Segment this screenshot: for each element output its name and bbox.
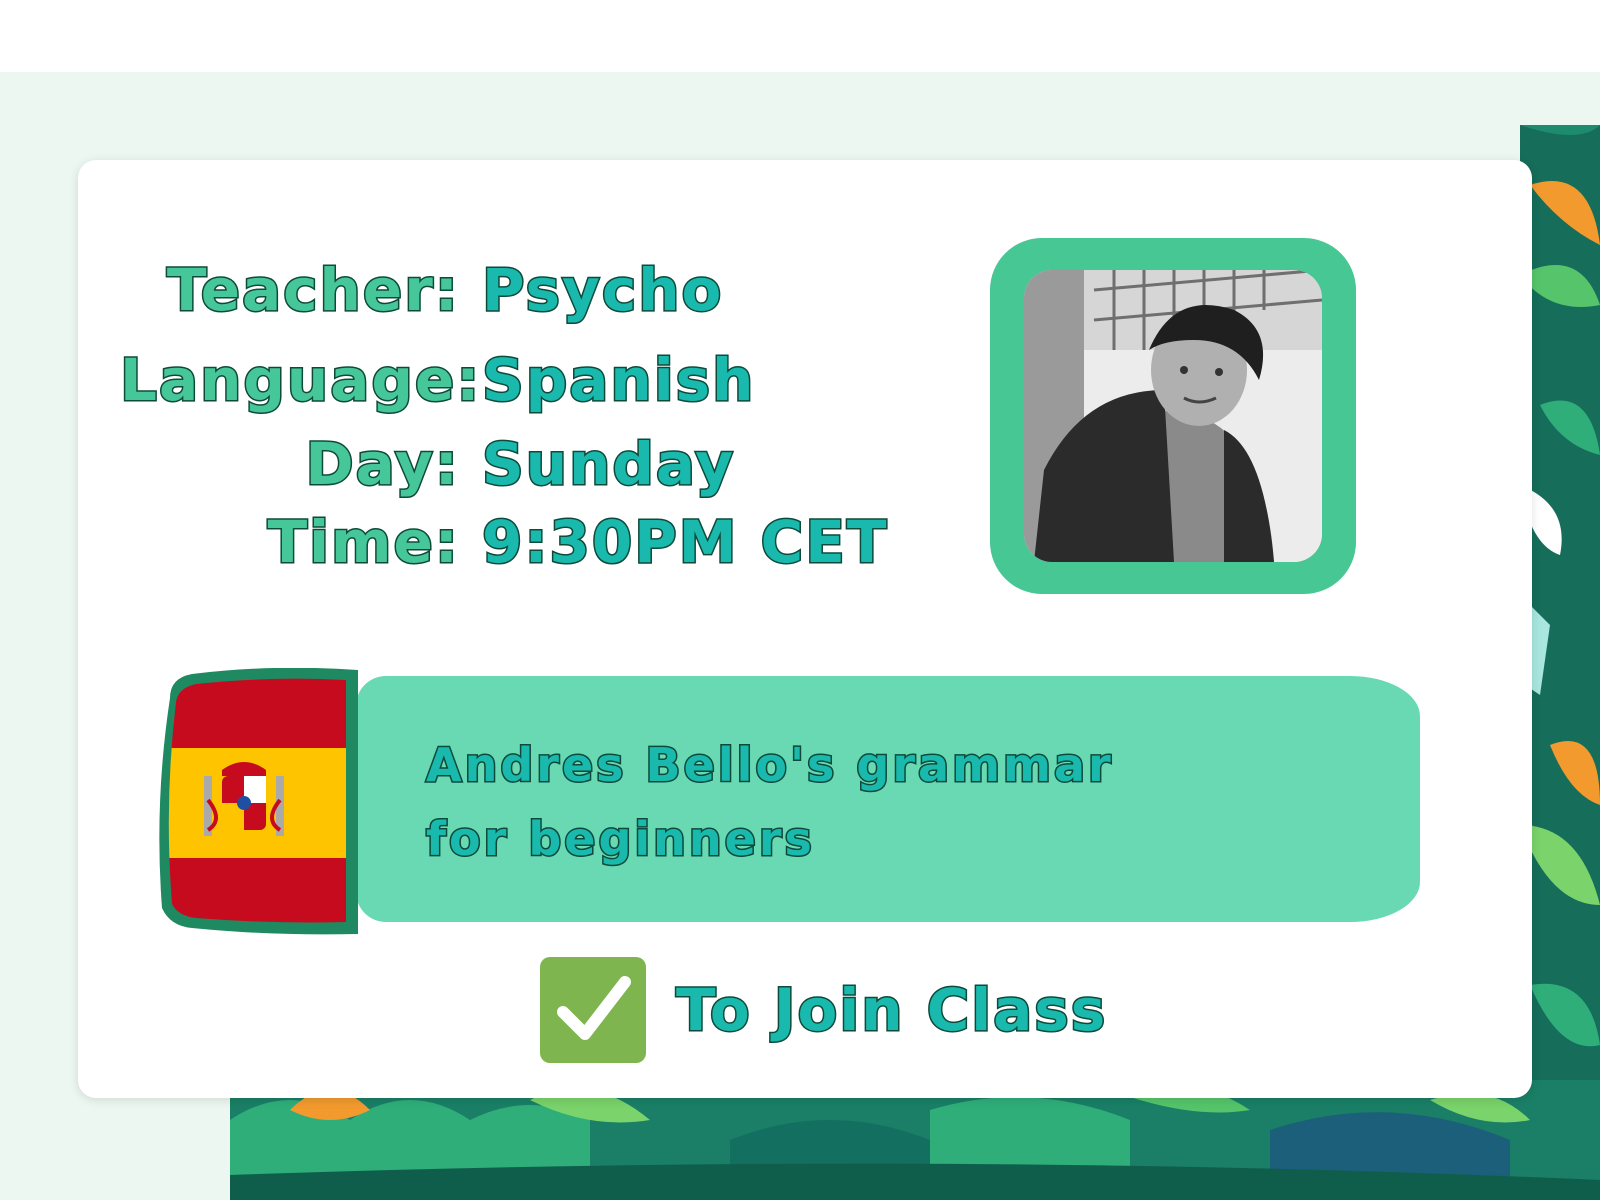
day-label: Day: [304, 429, 460, 500]
time-row: Time: 9:30PM CET [120, 507, 889, 578]
teacher-photo-frame [990, 238, 1356, 594]
day-row: Day: Sunday [120, 429, 736, 500]
spain-flag-icon [159, 668, 358, 935]
course-banner: Andres Bello's grammar for beginners [356, 676, 1420, 922]
join-class-button[interactable]: To Join Class [540, 956, 1107, 1064]
time-value: 9:30PM CET [480, 507, 889, 578]
language-value: Spanish [480, 345, 756, 416]
jungle-decoration-bottom [230, 1080, 1600, 1200]
join-class-label[interactable]: To Join Class [674, 975, 1107, 1046]
teacher-row: Teacher: Psycho [120, 255, 724, 326]
top-strip [0, 0, 1600, 72]
course-title: Andres Bello's grammar for beginners [425, 728, 1326, 876]
time-label: Time: [266, 507, 460, 578]
language-label: Language: [119, 345, 482, 416]
day-value: Sunday [480, 429, 736, 500]
language-row: Language: Spanish [119, 345, 756, 416]
teacher-photo [1024, 270, 1322, 562]
course-title-line2: for beginners [425, 811, 815, 868]
course-title-line1: Andres Bello's grammar [425, 737, 1114, 794]
teacher-label: Teacher: [165, 255, 460, 326]
jungle-decoration-right [1520, 125, 1600, 1200]
checkmark-icon[interactable] [540, 957, 646, 1063]
teacher-value: Psycho [480, 255, 724, 326]
